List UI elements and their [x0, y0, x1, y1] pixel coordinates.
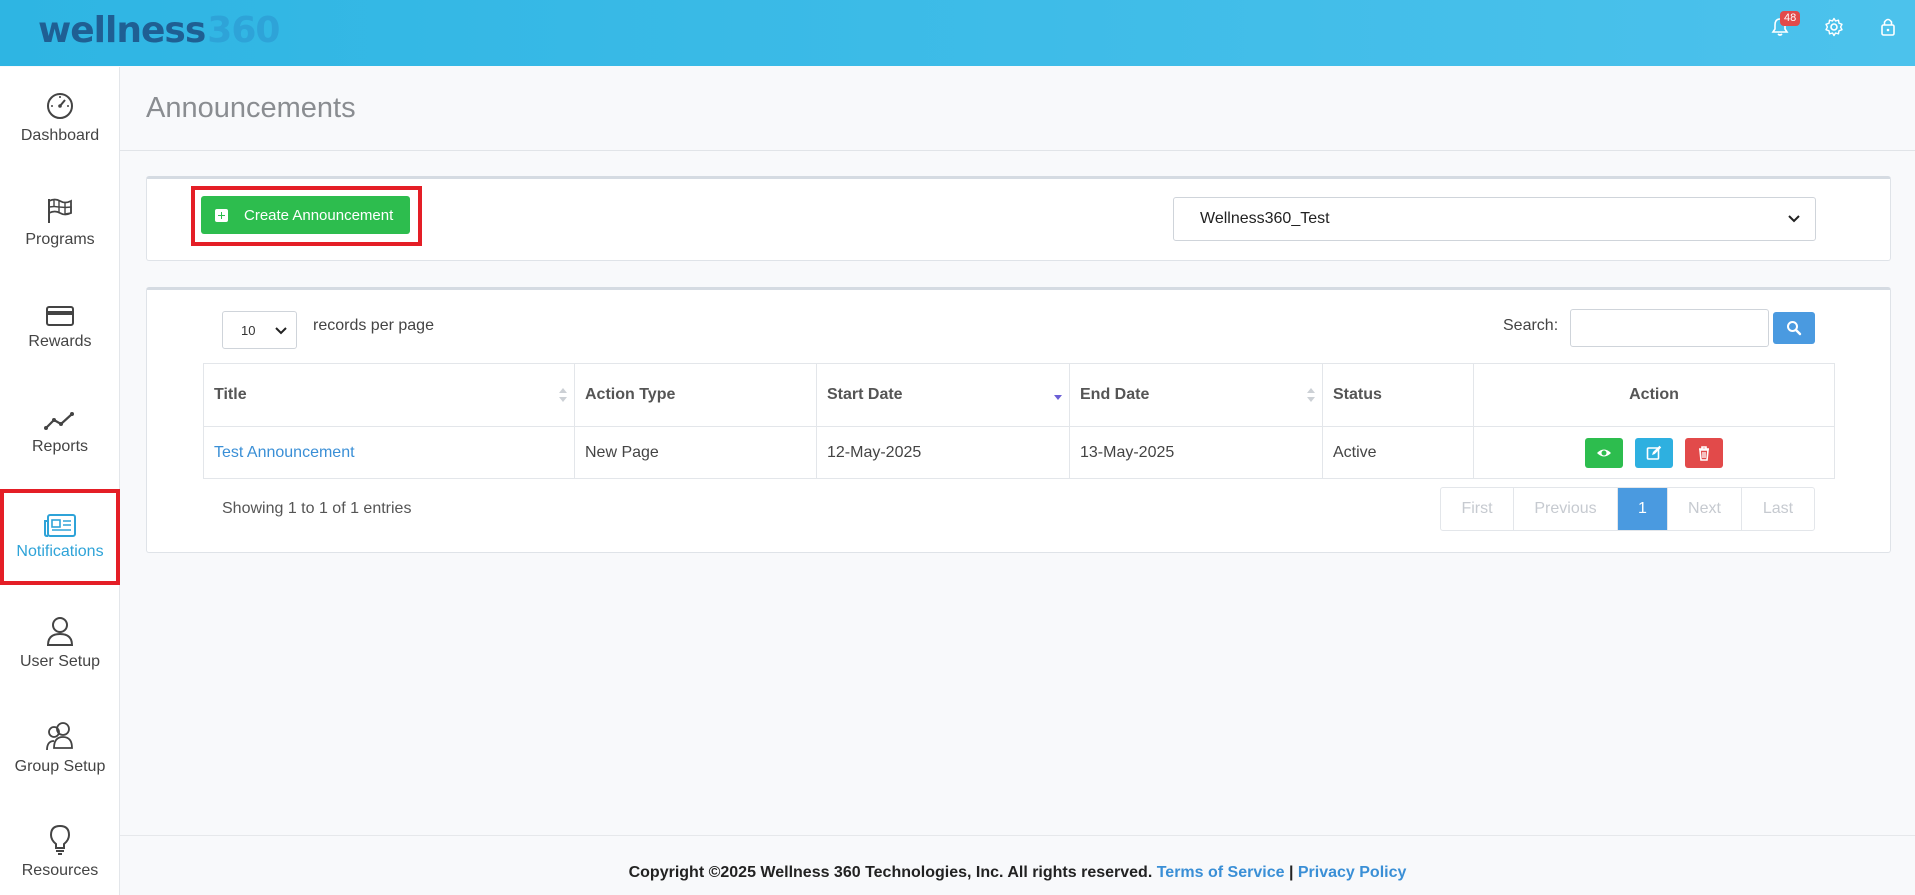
entries-summary: Showing 1 to 1 of 1 entries — [222, 500, 412, 517]
chevron-down-icon — [1788, 215, 1800, 223]
header-actions: 48 — [1753, 0, 1915, 54]
brand-logo[interactable]: wellness 360 — [38, 4, 280, 56]
create-announcement-button[interactable]: Create Announcement — [201, 196, 410, 234]
sidebar-item-resources[interactable]: Resources — [0, 804, 120, 895]
records-per-page-select[interactable]: 10 — [222, 311, 297, 349]
end-date-cell: 13-May-2025 — [1069, 426, 1323, 479]
copyright-text: Copyright ©2025 Wellness 360 Technologie… — [628, 864, 1153, 881]
sidebar-item-label: User Setup — [19, 653, 101, 670]
table-row: Test Announcement New Page 12-May-2025 1… — [203, 426, 1835, 479]
create-button-highlight: Create Announcement — [191, 186, 422, 246]
actions-cell — [1473, 426, 1835, 479]
pagination-next[interactable]: Next — [1668, 488, 1742, 530]
notifications-bell-button[interactable]: 48 — [1753, 0, 1807, 54]
speedometer-icon — [47, 93, 73, 119]
users-group-icon — [46, 722, 73, 751]
chevron-down-icon — [275, 327, 287, 335]
footer-divider — [120, 835, 1915, 836]
footer: Copyright ©2025 Wellness 360 Technologie… — [120, 864, 1915, 882]
action-type-cell: New Page — [574, 426, 817, 479]
sidebar-item-label: Notifications — [16, 543, 104, 560]
sort-icon — [559, 388, 567, 402]
pagination-page-1[interactable]: 1 — [1618, 488, 1668, 530]
sidebar-item-label: Reports — [31, 438, 89, 455]
sidebar-item-notifications[interactable]: Notifications — [0, 489, 120, 585]
notification-count-badge: 48 — [1780, 11, 1801, 26]
privacy-policy-link[interactable]: Privacy Policy — [1298, 864, 1407, 881]
search-label: Search: — [1503, 317, 1559, 334]
page-title: Announcements — [146, 92, 356, 124]
column-header-end-date[interactable]: End Date — [1069, 363, 1323, 427]
table-header-row: Title Action Type Start Date End Date St… — [203, 363, 1835, 427]
search-icon — [1787, 321, 1802, 336]
divider — [120, 150, 1915, 151]
start-date-cell: 12-May-2025 — [816, 426, 1070, 479]
footer-separator: | — [1288, 864, 1294, 881]
organization-select[interactable]: Wellness360_Test — [1173, 197, 1816, 241]
search-button[interactable] — [1773, 312, 1815, 344]
status-cell: Active — [1322, 426, 1474, 479]
brand-number: 360 — [207, 9, 280, 51]
records-per-page-label: records per page — [313, 317, 434, 334]
view-button[interactable] — [1584, 437, 1623, 468]
pagination-previous[interactable]: Previous — [1514, 488, 1618, 530]
sidebar-item-programs[interactable]: Programs — [0, 175, 120, 271]
terms-of-service-link[interactable]: Terms of Service — [1157, 864, 1285, 881]
delete-button[interactable] — [1685, 437, 1724, 468]
top-header: wellness 360 48 — [0, 0, 1915, 66]
sidebar-item-reports[interactable]: Reports — [0, 385, 120, 481]
plus-square-icon — [215, 208, 228, 222]
sidebar-item-group-setup[interactable]: Group Setup — [0, 700, 120, 796]
announcements-table: Title Action Type Start Date End Date St… — [203, 363, 1835, 479]
user-icon — [46, 617, 74, 646]
newspaper-icon — [44, 514, 76, 537]
pagination-first[interactable]: First — [1441, 488, 1514, 530]
sidebar-item-rewards[interactable]: Rewards — [0, 280, 120, 376]
sidebar-item-label: Dashboard — [20, 127, 100, 144]
line-chart-icon — [44, 412, 74, 430]
column-header-title[interactable]: Title — [203, 363, 575, 427]
search-input[interactable] — [1570, 309, 1769, 347]
eye-icon — [1596, 449, 1611, 456]
column-header-action-type: Action Type — [574, 363, 817, 427]
sidebar-item-label: Rewards — [28, 333, 92, 350]
credit-card-icon — [46, 306, 74, 326]
lightbulb-icon — [49, 824, 71, 855]
sidebar: Dashboard Programs Rewards Reports Notif… — [0, 67, 120, 895]
trash-icon — [1699, 445, 1710, 461]
sidebar-item-dashboard[interactable]: Dashboard — [0, 70, 120, 166]
toolbar-card: Create Announcement Wellness360_Test — [146, 176, 1891, 261]
gear-icon — [1825, 17, 1843, 37]
settings-button[interactable] — [1807, 0, 1861, 54]
column-header-start-date[interactable]: Start Date — [816, 363, 1070, 427]
lock-icon — [1881, 18, 1895, 36]
brand-name: wellness — [38, 9, 206, 51]
edit-icon — [1646, 445, 1662, 460]
sidebar-item-label: Group Setup — [14, 758, 106, 775]
pagination: First Previous 1 Next Last — [1440, 487, 1815, 531]
sort-desc-icon — [1054, 395, 1062, 400]
column-header-status: Status — [1322, 363, 1474, 427]
checkered-flag-icon — [48, 198, 72, 223]
edit-button[interactable] — [1635, 437, 1673, 468]
sidebar-item-label: Resources — [21, 862, 99, 879]
announcements-table-card: 10 records per page Search: Title Action… — [146, 287, 1891, 553]
sidebar-item-user-setup[interactable]: User Setup — [0, 595, 120, 691]
sort-icon — [1307, 388, 1315, 402]
announcement-title-link[interactable]: Test Announcement — [214, 444, 355, 461]
create-announcement-label: Create Announcement — [244, 206, 394, 224]
column-header-action: Action — [1473, 363, 1835, 427]
sidebar-item-label: Programs — [25, 231, 95, 248]
pagination-last[interactable]: Last — [1742, 488, 1814, 530]
records-per-page-value: 10 — [241, 322, 256, 338]
organization-select-value: Wellness360_Test — [1200, 210, 1330, 227]
lock-button[interactable] — [1861, 0, 1915, 54]
